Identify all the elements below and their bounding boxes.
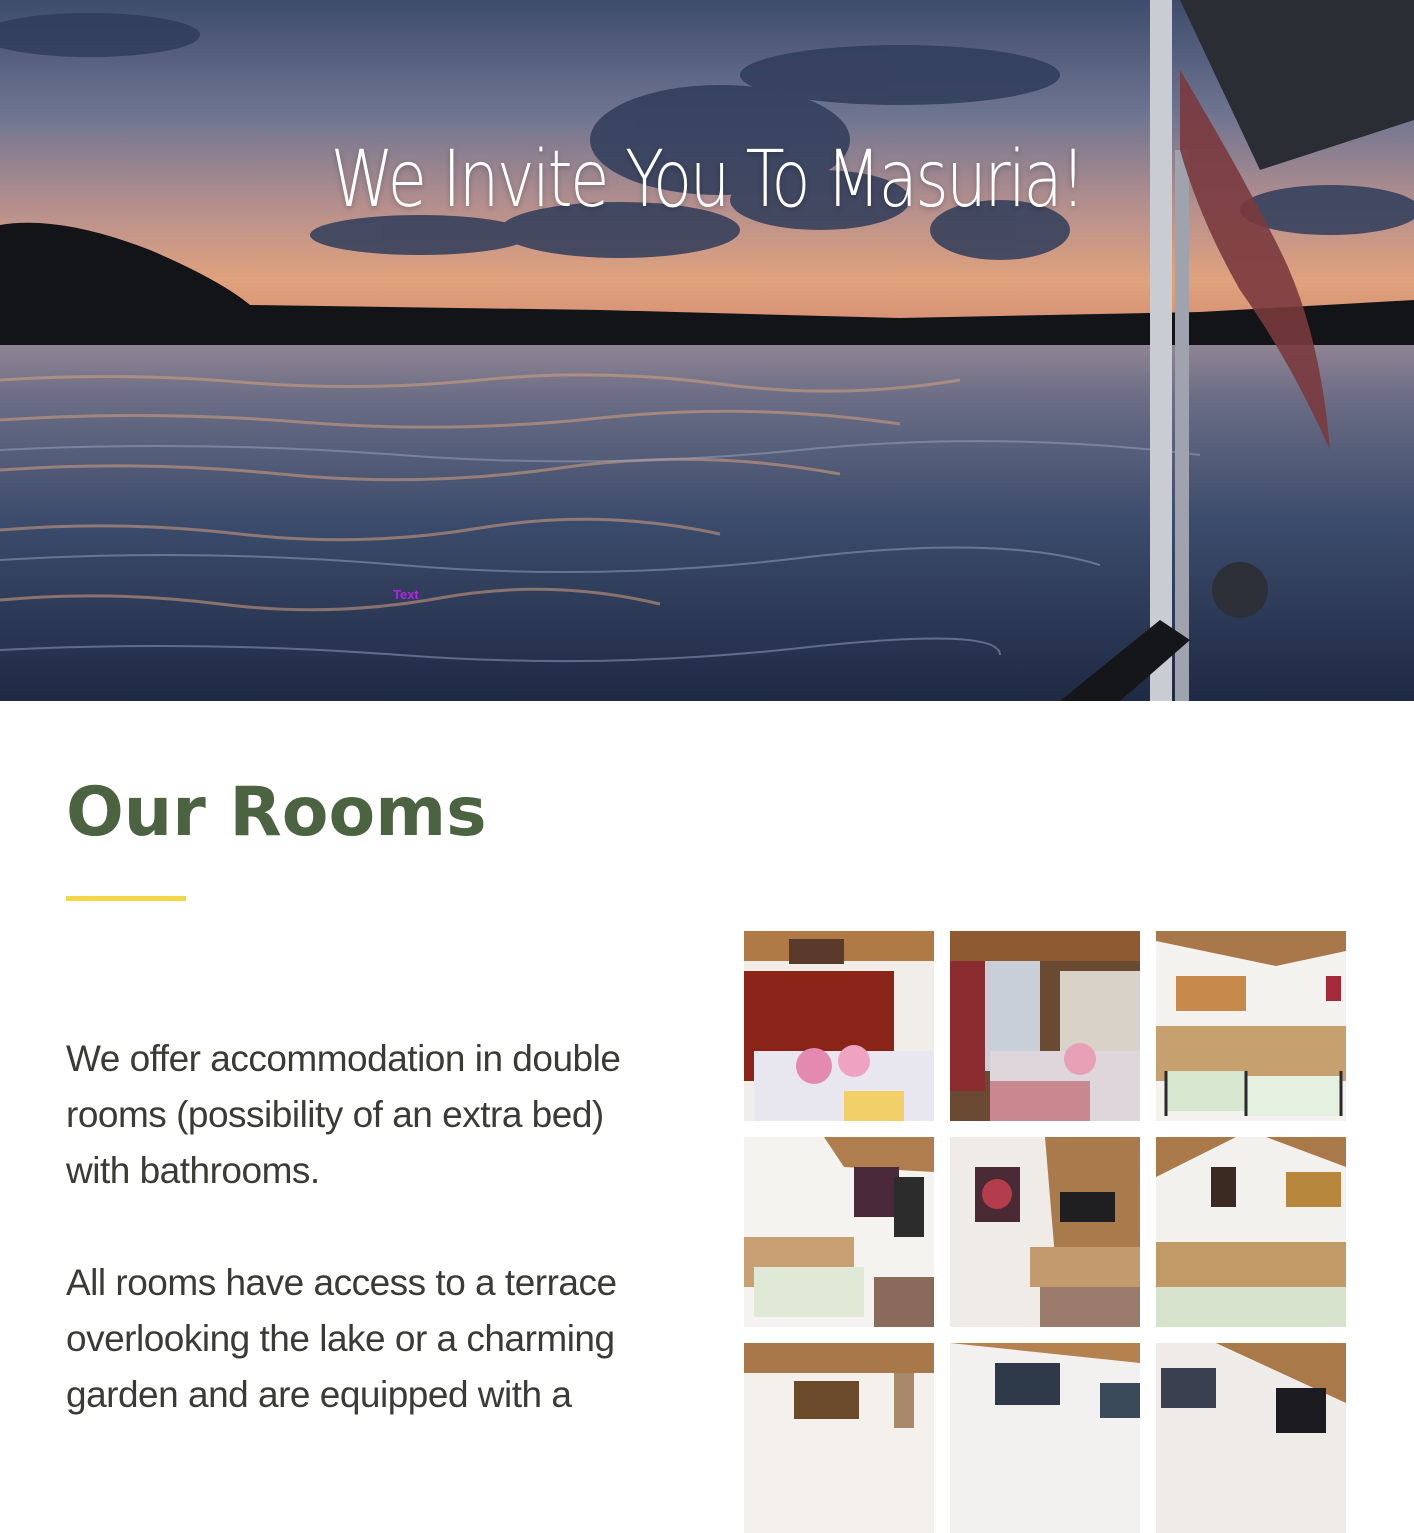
room-photo-1[interactable]: [744, 931, 934, 1121]
title-underline: [66, 896, 186, 901]
hero-background-image: [0, 0, 1414, 701]
room-photo-5[interactable]: [950, 1137, 1140, 1327]
hero-title: We Invite You To Masuria!: [330, 135, 1086, 225]
room-gallery: [744, 931, 1346, 1533]
room-photo-8[interactable]: [950, 1343, 1140, 1533]
room-photo-4[interactable]: [744, 1137, 934, 1327]
rooms-section: Our Rooms We offer accommodation in doub…: [0, 701, 1414, 1533]
room-photo-6[interactable]: [1156, 1137, 1346, 1327]
hero-banner: We Invite You To Masuria! Text: [0, 0, 1414, 701]
room-photo-9[interactable]: [1156, 1343, 1346, 1533]
description-paragraph: All rooms have access to a terrace overl…: [66, 1262, 617, 1415]
section-title: Our Rooms: [66, 773, 487, 852]
rooms-description: We offer accommodation in double rooms (…: [66, 1031, 666, 1479]
room-photo-3[interactable]: [1156, 931, 1346, 1121]
room-photo-2[interactable]: [950, 931, 1140, 1121]
description-paragraph: We offer accommodation in double rooms (…: [66, 1038, 621, 1191]
hero-text-marker: Text: [393, 587, 419, 602]
room-photo-7[interactable]: [744, 1343, 934, 1533]
